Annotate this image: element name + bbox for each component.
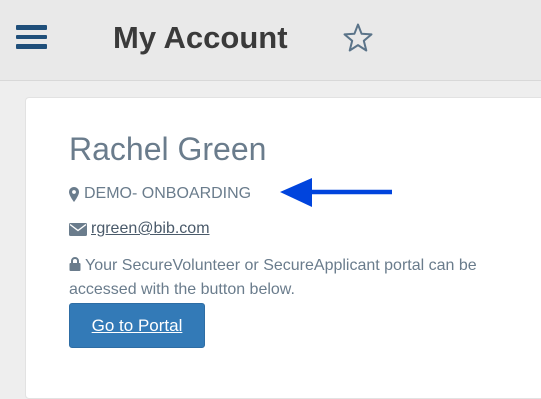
go-to-portal-button[interactable]: Go to Portal <box>69 303 205 348</box>
email-link[interactable]: rgreen@bib.com <box>91 220 210 238</box>
hamburger-menu-icon[interactable] <box>16 25 47 49</box>
organization-label: DEMO- ONBOARDING <box>84 185 252 202</box>
organization-row: DEMO- ONBOARDING <box>69 184 251 204</box>
lock-icon <box>69 257 81 271</box>
annotation-arrow <box>280 178 392 207</box>
portal-note-text: Your SecureVolunteer or SecureApplicant … <box>69 257 477 298</box>
envelope-icon <box>69 222 87 236</box>
map-marker-icon <box>69 186 79 202</box>
page-title: My Account <box>113 20 288 55</box>
star-outline-icon[interactable] <box>342 22 374 54</box>
top-bar: My Account <box>0 0 541 81</box>
portal-note: Your SecureVolunteer or SecureApplicant … <box>69 254 531 302</box>
email-row: rgreen@bib.com <box>69 219 210 239</box>
user-name: Rachel Green <box>69 131 267 167</box>
